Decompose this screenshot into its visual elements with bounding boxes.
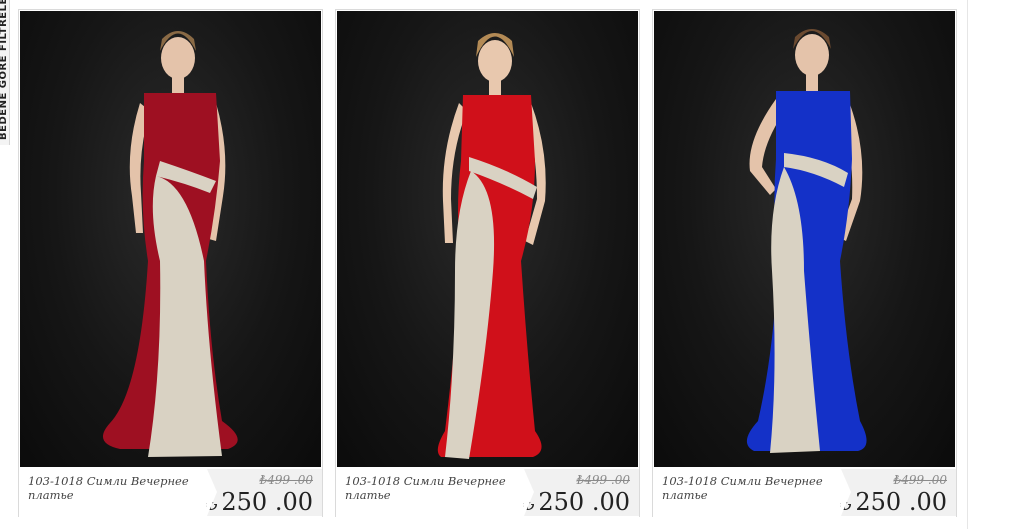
price-notch: [207, 469, 217, 516]
product-card[interactable]: 103-1018 Симли Вечернее платье ₺499 .00 …: [335, 9, 640, 517]
price-value: 250 .00: [538, 488, 630, 516]
old-price: ₺499 .00: [576, 473, 630, 487]
price-value: 250 .00: [221, 488, 313, 516]
current-price: ₺ 250 .00: [841, 488, 947, 516]
old-price: ₺499 .00: [259, 473, 313, 487]
price-value: 250 .00: [855, 488, 947, 516]
price-box: ₺499 .00 ₺ 250 .00: [524, 469, 639, 516]
price-box: ₺499 .00 ₺ 250 .00: [207, 469, 322, 516]
product-image[interactable]: [337, 11, 638, 467]
price-notch: [524, 469, 534, 516]
current-price: ₺ 250 .00: [524, 488, 630, 516]
product-card[interactable]: 103-1018 Симли Вечернее платье ₺499 .00 …: [652, 9, 957, 517]
dress-illustration: [746, 29, 867, 453]
content-divider: [967, 0, 968, 529]
product-info: 103-1018 Симли Вечернее платье ₺499 .00 …: [19, 468, 322, 517]
price-box: ₺499 .00 ₺ 250 .00: [841, 469, 956, 516]
product-image[interactable]: [654, 11, 955, 467]
old-price: ₺499 .00: [893, 473, 947, 487]
size-filter-tab[interactable]: BEDENE GÖRE FİLTRELE: [0, 0, 10, 145]
dress-illustration: [102, 31, 238, 457]
product-name[interactable]: 103-1018 Симли Вечернее платье: [28, 474, 208, 502]
product-card[interactable]: 103-1018 Симли Вечернее платье ₺499 .00 …: [18, 9, 323, 517]
product-name[interactable]: 103-1018 Симли Вечернее платье: [345, 474, 525, 502]
product-name[interactable]: 103-1018 Симли Вечернее платье: [662, 474, 842, 502]
product-info: 103-1018 Симли Вечернее платье ₺499 .00 …: [653, 468, 956, 517]
product-image[interactable]: [20, 11, 321, 467]
price-notch: [841, 469, 851, 516]
product-info: 103-1018 Симли Вечернее платье ₺499 .00 …: [336, 468, 639, 517]
current-price: ₺ 250 .00: [207, 488, 313, 516]
dress-illustration: [437, 33, 546, 459]
size-filter-label: BEDENE GÖRE FİLTRELE: [0, 0, 9, 140]
